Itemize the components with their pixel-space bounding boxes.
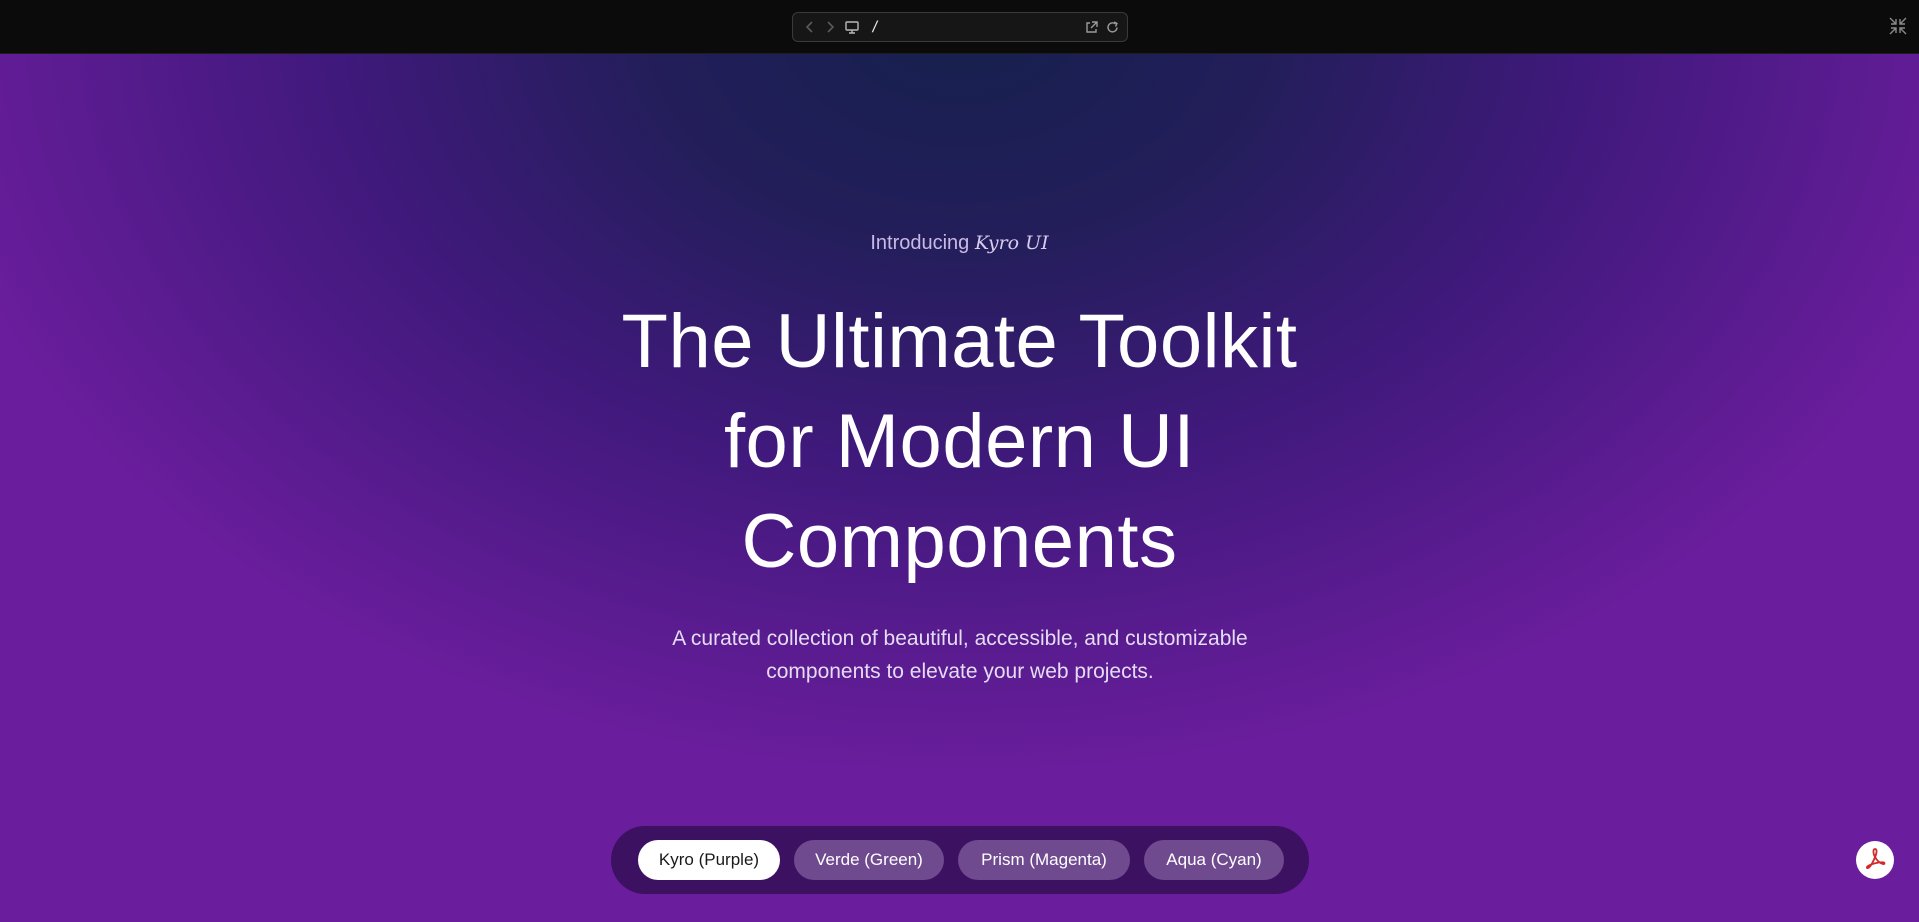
acrobat-pdf-icon: [1862, 845, 1888, 875]
minimize-icon[interactable]: [1889, 17, 1907, 39]
brand-name: Kyro UI: [974, 232, 1049, 254]
hero-title: The Ultimate Toolkit for Modern UI Compo…: [0, 292, 1919, 592]
theme-switcher: Kyro (Purple) Verde (Green) Prism (Magen…: [611, 826, 1309, 894]
chevron-right-icon[interactable]: [825, 21, 835, 33]
address-bar[interactable]: /: [792, 12, 1128, 42]
subtitle-line: components to elevate your web projects.: [766, 660, 1154, 683]
refresh-icon[interactable]: [1106, 20, 1119, 34]
chevron-left-icon[interactable]: [805, 21, 815, 33]
hero-eyebrow: Introducing Kyro UI: [0, 232, 1919, 255]
subtitle-line: A curated collection of beautiful, acces…: [672, 627, 1248, 650]
hero-title-line: The Ultimate Toolkit: [621, 299, 1298, 384]
theme-button-kyro[interactable]: Kyro (Purple): [638, 840, 780, 880]
theme-button-verde[interactable]: Verde (Green): [794, 840, 944, 880]
browser-toolbar: /: [0, 0, 1919, 54]
eyebrow-prefix: Introducing: [870, 232, 970, 254]
url-text[interactable]: /: [871, 19, 879, 35]
hero-section: Introducing Kyro UI The Ultimate Toolkit…: [0, 54, 1919, 922]
hero-subtitle: A curated collection of beautiful, acces…: [560, 622, 1360, 688]
theme-button-aqua[interactable]: Aqua (Cyan): [1144, 840, 1284, 880]
hero-title-line: for Modern UI: [723, 399, 1196, 484]
hero-title-line: Components: [741, 499, 1178, 584]
pdf-button[interactable]: [1856, 841, 1894, 879]
theme-button-prism[interactable]: Prism (Magenta): [958, 840, 1130, 880]
monitor-icon[interactable]: [845, 20, 859, 34]
external-link-icon[interactable]: [1085, 20, 1098, 34]
